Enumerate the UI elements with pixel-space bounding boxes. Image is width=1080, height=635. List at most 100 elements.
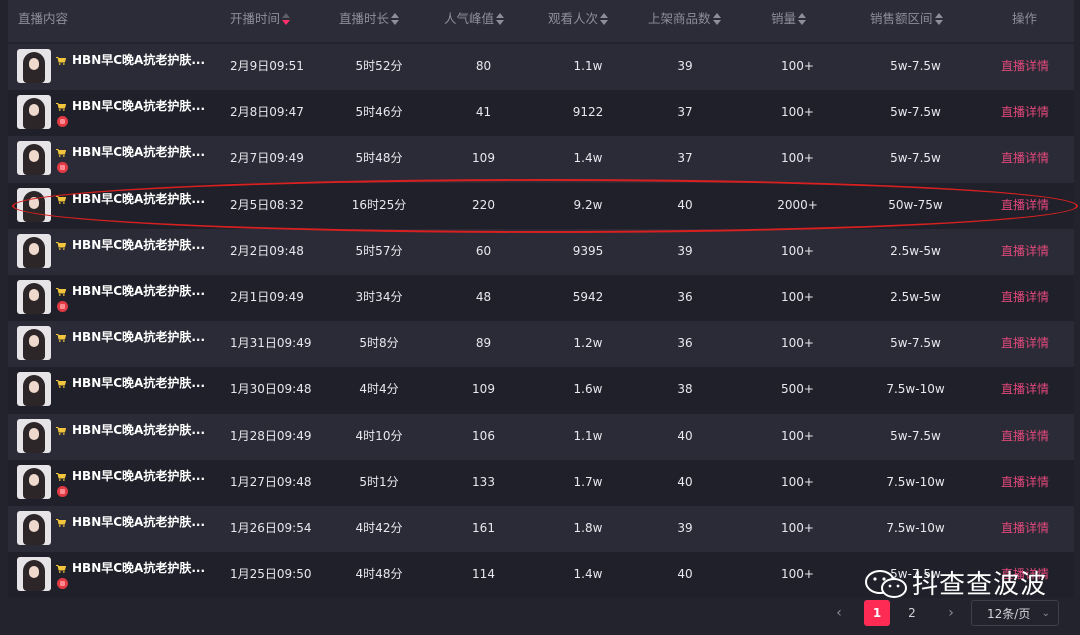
host-avatar[interactable]: [17, 510, 51, 545]
live-title[interactable]: HBN早C晚A抗老护肤...: [72, 422, 205, 438]
prev-page-button[interactable]: ‹: [826, 600, 852, 626]
table-row: HBN早C晚A抗老护肤... 2月2日09:48 5时57分 60 9395 39 100+…: [8, 228, 1074, 275]
live-title[interactable]: HBN早C晚A抗老护肤...: [72, 144, 205, 160]
live-title[interactable]: HBN早C晚A抗老护肤...: [72, 560, 205, 576]
host-avatar[interactable]: [17, 464, 51, 499]
live-title[interactable]: HBN早C晚A抗老护肤...: [72, 283, 205, 299]
host-avatar[interactable]: [17, 418, 51, 453]
live-detail-link[interactable]: 直播详情: [998, 321, 1052, 366]
peak-popularity-cell: 60: [475, 243, 492, 258]
host-avatar[interactable]: [17, 372, 51, 407]
live-detail-link[interactable]: 直播详情: [998, 44, 1052, 89]
live-detail-link[interactable]: 直播详情: [998, 229, 1052, 274]
products-count-cell: 40: [677, 567, 693, 582]
viewers-cell: 9.2w: [573, 197, 603, 212]
host-avatar[interactable]: [17, 95, 51, 130]
viewers-cell: 1.7w: [573, 474, 603, 489]
products-count-cell: 39: [677, 59, 693, 73]
live-title[interactable]: HBN早C晚A抗老护肤...: [72, 375, 205, 391]
host-avatar[interactable]: [17, 279, 51, 314]
start-time-cell: 2月9日09:51: [230, 59, 304, 73]
start-time-cell: 1月30日09:48: [230, 382, 312, 397]
gift-badge-icon: [57, 300, 68, 312]
live-detail-link[interactable]: 直播详情: [998, 367, 1052, 412]
page-size-select[interactable]: 12条/页 ⌄: [971, 600, 1059, 626]
live-detail-link[interactable]: 直播详情: [998, 414, 1052, 459]
col-header-revenue[interactable]: 销售额区间: [870, 0, 943, 42]
peak-popularity-cell: 161: [472, 520, 495, 535]
sales-cell: 100+: [781, 59, 814, 73]
sort-icon[interactable]: [391, 12, 400, 25]
duration-cell: 5时46分: [355, 105, 403, 120]
shopping-cart-icon: [56, 565, 66, 573]
page-1-button[interactable]: 1: [864, 600, 890, 626]
col-header-peak[interactable]: 人气峰值: [444, 0, 505, 42]
host-avatar[interactable]: [17, 557, 51, 592]
shopping-cart-icon: [56, 287, 66, 296]
start-time-cell: 2月5日08:32: [230, 197, 304, 212]
live-title[interactable]: HBN早C晚A抗老护肤...: [72, 468, 205, 484]
table-header: 直播内容 开播时间 直播时长 人气峰值 观看人次 上架商品数 销量 销售额区间 …: [8, 0, 1074, 42]
live-detail-link[interactable]: 直播详情: [998, 460, 1052, 505]
sort-icon[interactable]: [934, 12, 943, 25]
revenue-range-cell: 5w-7.5w: [890, 105, 941, 120]
shopping-cart-icon: [56, 195, 66, 204]
revenue-range-cell: 7.5w-10w: [886, 474, 945, 489]
live-detail-link[interactable]: 直播详情: [998, 506, 1052, 551]
peak-popularity-cell: 109: [472, 382, 495, 397]
products-count-cell: 40: [677, 474, 693, 489]
products-count-cell: 37: [677, 105, 693, 120]
live-title[interactable]: HBN早C晚A抗老护肤...: [72, 191, 205, 207]
peak-popularity-cell: 106: [472, 428, 495, 443]
col-header-viewers[interactable]: 观看人次: [548, 0, 609, 42]
products-count-cell: 38: [677, 382, 693, 397]
host-avatar[interactable]: [17, 233, 51, 268]
live-title[interactable]: HBN早C晚A抗老护肤...: [72, 237, 205, 253]
host-avatar[interactable]: [17, 49, 51, 83]
live-title[interactable]: HBN早C晚A抗老护肤...: [72, 52, 205, 68]
revenue-range-cell: 7.5w-10w: [886, 382, 945, 397]
table-row: HBN早C晚A抗老护肤... 1月31日09:49 5时8分 89 1.2w 36 100+…: [8, 321, 1074, 368]
table-row: HBN早C晚A抗老护肤... 2月5日08:32 16时25分 220 9.2w 40 20…: [8, 182, 1074, 229]
col-header-start-time[interactable]: 开播时间: [230, 0, 291, 42]
table-row: HBN早C晚A抗老护肤... 1月28日09:49 4时10分 106 1.1w 40 10…: [8, 413, 1074, 460]
table-row: HBN早C晚A抗老护肤... 1月26日09:54 4时42分 161 1.8w 39 10…: [8, 505, 1074, 553]
live-detail-link[interactable]: 直播详情: [998, 183, 1052, 228]
next-page-button[interactable]: ›: [938, 600, 964, 626]
table-row: HBN早C晚A抗老护肤... 2月7日09:49 5时48分 109 1.4w 37 100…: [8, 136, 1074, 183]
col-header-products[interactable]: 上架商品数: [648, 0, 721, 42]
live-detail-link[interactable]: 直播详情: [998, 90, 1052, 135]
col-header-sales[interactable]: 销量: [771, 0, 807, 42]
peak-popularity-cell: 48: [475, 289, 492, 304]
col-header-duration[interactable]: 直播时长: [339, 0, 400, 42]
host-avatar[interactable]: [17, 187, 51, 222]
viewers-cell: 1.6w: [573, 382, 603, 397]
revenue-range-cell: 5w-7.5w: [890, 336, 941, 351]
table-row: HBN早C晚A抗老护肤... 1月30日09:48 4时4分 109 1.6w 38 500…: [8, 367, 1074, 414]
sort-icon[interactable]: [496, 12, 505, 25]
duration-cell: 4时42分: [355, 520, 403, 535]
sort-icon[interactable]: [600, 12, 609, 25]
host-avatar[interactable]: [17, 326, 51, 361]
viewers-cell: 1.4w: [573, 567, 603, 582]
sales-cell: 100+: [781, 428, 814, 443]
duration-cell: 5时48分: [355, 151, 403, 166]
host-avatar[interactable]: [17, 141, 51, 176]
sort-icon[interactable]: [712, 12, 721, 25]
live-title[interactable]: HBN早C晚A抗老护肤...: [72, 98, 205, 114]
start-time-cell: 2月1日09:49: [230, 289, 304, 304]
viewers-cell: 1.8w: [573, 520, 603, 535]
shopping-cart-icon: [56, 426, 66, 435]
page-2-button[interactable]: 2: [899, 600, 925, 626]
sort-desc-icon[interactable]: [282, 12, 291, 25]
sort-icon[interactable]: [798, 12, 807, 25]
sales-cell: 100+: [781, 289, 814, 304]
viewers-cell: 9122: [572, 105, 604, 120]
live-title[interactable]: HBN早C晚A抗老护肤...: [72, 514, 205, 530]
live-records-panel: 直播内容 开播时间 直播时长 人气峰值 观看人次 上架商品数 销量 销售额区间 …: [8, 0, 1078, 635]
live-detail-link[interactable]: 直播详情: [998, 136, 1052, 181]
live-title[interactable]: HBN早C晚A抗老护肤...: [72, 329, 205, 345]
table-row: HBN早C晚A抗老护肤... 1月27日09:48 5时1分 133 1.7w 40 100…: [8, 459, 1074, 506]
live-detail-link[interactable]: 直播详情: [998, 275, 1052, 320]
products-count-cell: 36: [677, 289, 693, 304]
